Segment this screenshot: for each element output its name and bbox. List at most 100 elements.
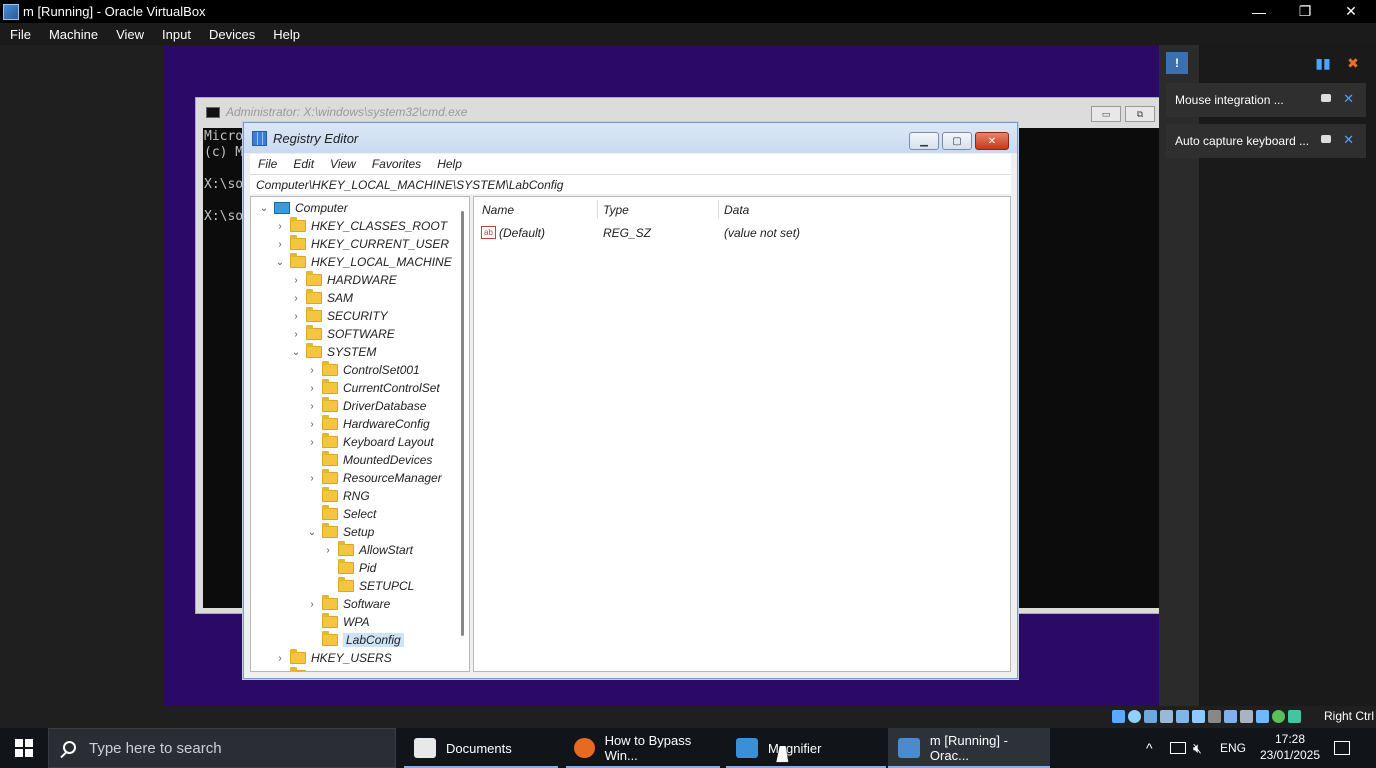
pin-icon[interactable] xyxy=(1321,135,1331,143)
network-icon[interactable] xyxy=(1160,710,1173,723)
tree-node[interactable]: › DriverDatabase xyxy=(305,397,426,415)
tree-scrollbar[interactable] xyxy=(461,211,464,636)
guest-additions-icon[interactable] xyxy=(1272,710,1285,723)
notification-mouse-integration[interactable]: Mouse integration ... ✕ xyxy=(1166,83,1366,117)
notification-auto-capture[interactable]: Auto capture keyboard ... ✕ xyxy=(1166,124,1366,158)
close-notification-icon[interactable]: ✕ xyxy=(1343,132,1354,148)
column-name[interactable]: Name xyxy=(482,203,514,217)
action-center-icon[interactable] xyxy=(1334,728,1350,768)
tree-node[interactable]: › HardwareConfig xyxy=(305,415,430,433)
tree-node[interactable]: › Keyboard Layout xyxy=(305,433,434,451)
start-button[interactable] xyxy=(0,728,48,768)
tree-node[interactable]: › AllowStart xyxy=(321,541,413,559)
chevron-down-icon[interactable]: ⌄ xyxy=(305,527,319,538)
taskbar-app-documents[interactable]: Documents xyxy=(404,728,558,768)
registry-editor-window[interactable]: Registry Editor ▁ ▢ ✕ File Edit View Fav… xyxy=(243,122,1018,679)
tree-node[interactable]: › HKEY_CURRENT_USER xyxy=(273,235,449,253)
tree-node[interactable]: ⌄ SYSTEM xyxy=(289,343,376,361)
tree-node[interactable]: Pid xyxy=(321,559,376,577)
optical-drive-icon[interactable] xyxy=(1128,710,1141,723)
chevron-right-icon[interactable]: › xyxy=(273,239,287,250)
registry-tree[interactable]: ⌄ Computer › HKEY_CLASSES_ROOT › HKEY_CURRENT… xyxy=(250,196,470,672)
cmd-maximize-button[interactable]: ⧉ xyxy=(1125,106,1155,122)
regedit-maximize-button[interactable]: ▢ xyxy=(942,132,972,150)
chevron-right-icon[interactable]: › xyxy=(305,365,319,376)
chevron-down-icon[interactable]: ⌄ xyxy=(273,257,287,268)
tree-node[interactable]: › HKEY_USERS xyxy=(273,649,392,667)
cpu-icon[interactable] xyxy=(1240,710,1253,723)
taskbar-search-box[interactable]: Type here to search xyxy=(48,728,396,768)
volume-muted-icon[interactable]: 🔇︎ xyxy=(1193,728,1202,768)
close-notification-icon[interactable]: ✕ xyxy=(1343,91,1354,107)
close-button[interactable]: ✕ xyxy=(1328,0,1374,23)
tree-node[interactable]: LabConfig xyxy=(305,631,404,649)
tree-node[interactable]: › CurrentControlSet xyxy=(305,379,440,397)
chevron-down-icon[interactable]: ⌄ xyxy=(289,347,303,358)
menu-machine[interactable]: Machine xyxy=(39,27,106,42)
mouse-integration-icon[interactable] xyxy=(1256,710,1269,723)
recording-icon[interactable] xyxy=(1224,710,1237,723)
tree-node[interactable]: › Software xyxy=(305,595,390,613)
chevron-right-icon[interactable]: › xyxy=(305,419,319,430)
audio-icon[interactable] xyxy=(1144,710,1157,723)
shared-folders-icon[interactable] xyxy=(1192,710,1205,723)
regedit-menu-edit[interactable]: Edit xyxy=(285,157,322,171)
chevron-right-icon[interactable]: › xyxy=(305,401,319,412)
network-tray-icon[interactable] xyxy=(1170,728,1186,768)
menu-input[interactable]: Input xyxy=(152,27,199,42)
pin-icon[interactable] xyxy=(1321,94,1331,102)
tree-node[interactable]: MountedDevices xyxy=(305,451,432,469)
keyboard-capture-icon[interactable] xyxy=(1288,710,1301,723)
chevron-down-icon[interactable]: ⌄ xyxy=(257,203,271,214)
tree-node[interactable]: › SECURITY xyxy=(289,307,388,325)
tree-node[interactable]: › SOFTWARE xyxy=(289,325,395,343)
tree-node[interactable]: Select xyxy=(305,505,376,523)
minimize-button[interactable]: — xyxy=(1236,0,1282,23)
values-pane[interactable]: Name Type Data ab (Default) REG_SZ (valu… xyxy=(473,196,1011,672)
tree-node[interactable]: SETUPCL xyxy=(321,577,414,595)
cmd-minimize-button[interactable]: ▭ xyxy=(1091,106,1121,122)
chevron-right-icon[interactable]: › xyxy=(305,473,319,484)
chevron-right-icon[interactable]: › xyxy=(289,293,303,304)
regedit-menu-help[interactable]: Help xyxy=(429,157,470,171)
regedit-menu-view[interactable]: View xyxy=(322,157,364,171)
tree-node[interactable]: ⌄ Computer xyxy=(257,199,348,217)
tray-overflow-chevron[interactable]: ^ xyxy=(1146,728,1153,768)
tree-node[interactable]: › ControlSet001 xyxy=(305,361,420,379)
dismiss-all-icon[interactable]: ✖ xyxy=(1342,52,1364,74)
chevron-right-icon[interactable]: › xyxy=(273,671,287,672)
taskbar-app-magnifier[interactable]: Magnifier xyxy=(726,728,886,768)
taskbar-clock[interactable]: 17:28 23/01/2025 xyxy=(1254,731,1326,763)
regedit-menu-favorites[interactable]: Favorites xyxy=(364,157,429,171)
chevron-right-icon[interactable]: › xyxy=(305,437,319,448)
chevron-right-icon[interactable]: › xyxy=(273,221,287,232)
tree-node[interactable]: › HKEY_CURRENT_CONFIG xyxy=(273,667,462,672)
address-bar[interactable]: Computer\HKEY_LOCAL_MACHINE\SYSTEM\LabCo… xyxy=(250,174,1011,194)
value-row[interactable]: ab (Default) REG_SZ (value not set) xyxy=(474,224,1010,242)
chevron-right-icon[interactable]: › xyxy=(289,311,303,322)
display-icon[interactable] xyxy=(1208,710,1221,723)
column-type[interactable]: Type xyxy=(603,203,629,217)
menu-devices[interactable]: Devices xyxy=(199,27,263,42)
tree-node[interactable]: WPA xyxy=(305,613,369,631)
usb-icon[interactable] xyxy=(1176,710,1189,723)
chevron-right-icon[interactable]: › xyxy=(321,545,335,556)
language-indicator[interactable]: ENG xyxy=(1220,728,1246,768)
chevron-right-icon[interactable]: › xyxy=(305,599,319,610)
menu-file[interactable]: File xyxy=(0,27,39,42)
taskbar-app-firefox[interactable]: How to Bypass Win... xyxy=(566,728,720,768)
restore-button[interactable]: ❐ xyxy=(1282,0,1328,23)
chevron-right-icon[interactable]: › xyxy=(289,329,303,340)
regedit-menu-file[interactable]: File xyxy=(250,157,285,171)
tree-node[interactable]: › ResourceManager xyxy=(305,469,442,487)
toggle-sticky-icon[interactable]: ▮▮ xyxy=(1312,52,1334,74)
notification-center-icon[interactable]: ! xyxy=(1166,52,1188,74)
tree-node[interactable]: › SAM xyxy=(289,289,353,307)
chevron-right-icon[interactable]: › xyxy=(273,653,287,664)
tree-node[interactable]: › HKEY_CLASSES_ROOT xyxy=(273,217,447,235)
chevron-right-icon[interactable]: › xyxy=(305,383,319,394)
regedit-minimize-button[interactable]: ▁ xyxy=(909,132,939,150)
regedit-close-button[interactable]: ✕ xyxy=(975,132,1009,150)
taskbar-app-virtualbox[interactable]: m [Running] - Orac... xyxy=(888,728,1050,768)
tree-node[interactable]: ⌄ Setup xyxy=(305,523,374,541)
